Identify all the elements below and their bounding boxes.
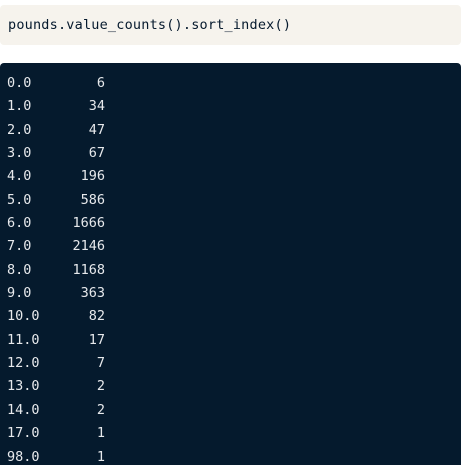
output-count: 82 [88, 308, 105, 325]
output-cell: 0.0 6 1.0 34 2.0 47 3.0 67 4.0 196 5.0 586 6.0 1666 7.… [0, 63, 461, 465]
output-index: 2.0 [7, 121, 32, 138]
output-count: 1 [96, 448, 105, 465]
output-index: 0.0 [7, 75, 32, 91]
output-index: 1.0 [7, 98, 32, 115]
output-index: 8.0 [7, 261, 32, 278]
output-rows: 0.0 6 1.0 34 2.0 47 3.0 67 4.0 196 5.0 586 6.0 1666 7.… [0, 72, 461, 469]
output-index: 11.0 [7, 331, 40, 348]
output-index: 17.0 [7, 425, 40, 442]
output-index: 14.0 [7, 401, 40, 418]
output-row: 4.0 196 [0, 165, 461, 188]
output-count: 7 [96, 355, 105, 372]
output-index: 9.0 [7, 285, 32, 302]
output-count: 196 [80, 168, 105, 185]
output-row: 9.0 363 [0, 282, 461, 305]
output-row: 14.0 2 [0, 399, 461, 422]
output-row: 0.0 6 [0, 72, 461, 95]
output-row: 3.0 67 [0, 142, 461, 165]
output-index: 98.0 [7, 448, 40, 465]
output-index: 6.0 [7, 215, 32, 232]
output-row: 8.0 1168 [0, 259, 461, 282]
output-row: 6.0 1666 [0, 212, 461, 235]
output-row: 17.0 1 [0, 422, 461, 445]
output-row: 98.0 1 [0, 446, 461, 469]
output-row: 11.0 17 [0, 329, 461, 352]
output-row: 2.0 47 [0, 119, 461, 142]
output-index: 7.0 [7, 238, 32, 255]
output-row: 7.0 2146 [0, 235, 461, 258]
output-count: 2146 [72, 238, 105, 255]
output-index: 10.0 [7, 308, 40, 325]
output-row: 13.0 2 [0, 375, 461, 398]
code-text: pounds.value_counts().sort_index() [8, 17, 292, 33]
output-index: 12.0 [7, 355, 40, 372]
output-count: 67 [88, 145, 105, 162]
output-count: 1666 [72, 215, 105, 232]
output-row: 10.0 82 [0, 305, 461, 328]
output-index: 4.0 [7, 168, 32, 185]
output-index: 3.0 [7, 145, 32, 162]
code-cell[interactable]: pounds.value_counts().sort_index() [0, 5, 461, 45]
output-row: 12.0 7 [0, 352, 461, 375]
output-count: 1 [96, 425, 105, 442]
output-count: 6 [96, 75, 105, 91]
output-count: 586 [80, 191, 105, 208]
output-row: 5.0 586 [0, 189, 461, 212]
output-count: 34 [88, 98, 105, 115]
output-count: 17 [88, 331, 105, 348]
output-count: 47 [88, 121, 105, 138]
output-count: 2 [96, 378, 105, 395]
output-index: 5.0 [7, 191, 32, 208]
output-index: 13.0 [7, 378, 40, 395]
output-count: 363 [80, 285, 105, 302]
output-count: 2 [96, 401, 105, 418]
output-count: 1168 [72, 261, 105, 278]
output-row: 1.0 34 [0, 95, 461, 118]
